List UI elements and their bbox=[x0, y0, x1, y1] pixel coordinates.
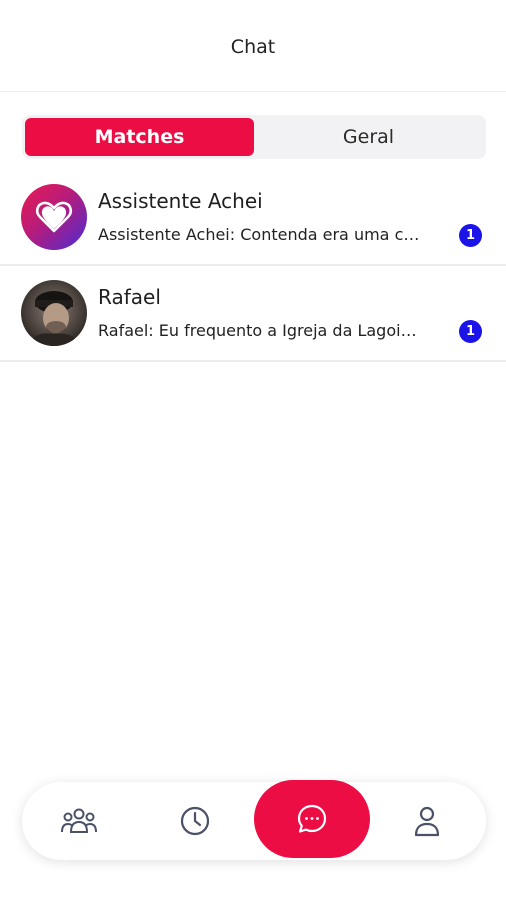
unread-badge: 1 bbox=[459, 224, 482, 247]
heart-logo-icon bbox=[35, 201, 73, 233]
tab-segment: Matches Geral bbox=[22, 115, 486, 159]
people-icon bbox=[61, 808, 97, 833]
nav-history[interactable] bbox=[165, 782, 225, 860]
message-preview: Assistente Achei: Contenda era uma cidad… bbox=[98, 225, 423, 244]
tab-matches[interactable]: Matches bbox=[25, 118, 254, 156]
tab-geral[interactable]: Geral bbox=[254, 118, 483, 156]
contact-name: Rafael bbox=[98, 285, 161, 309]
contact-name: Assistente Achei bbox=[98, 189, 263, 213]
conversation-list: Assistente Achei Assistente Achei: Conte… bbox=[0, 170, 506, 362]
chat-screen: Chat Matches Geral Assistente Achei Assi… bbox=[0, 0, 506, 900]
user-photo bbox=[29, 291, 81, 346]
nav-people[interactable] bbox=[49, 782, 109, 860]
person-icon bbox=[414, 806, 440, 837]
header: Chat bbox=[0, 0, 506, 92]
nav-profile[interactable] bbox=[397, 782, 457, 860]
chat-bubble-icon bbox=[297, 804, 327, 833]
bottom-nav bbox=[22, 780, 486, 860]
avatar bbox=[21, 280, 87, 346]
nav-chat[interactable] bbox=[254, 780, 370, 858]
avatar bbox=[21, 184, 87, 250]
unread-badge: 1 bbox=[459, 320, 482, 343]
message-preview: Rafael: Eu frequento a Igreja da Lagoinh… bbox=[98, 321, 423, 340]
conversation-row[interactable]: Rafael Rafael: Eu frequento a Igreja da … bbox=[0, 266, 506, 362]
conversation-row[interactable]: Assistente Achei Assistente Achei: Conte… bbox=[0, 170, 506, 266]
clock-icon bbox=[180, 806, 210, 836]
page-title: Chat bbox=[230, 35, 276, 58]
